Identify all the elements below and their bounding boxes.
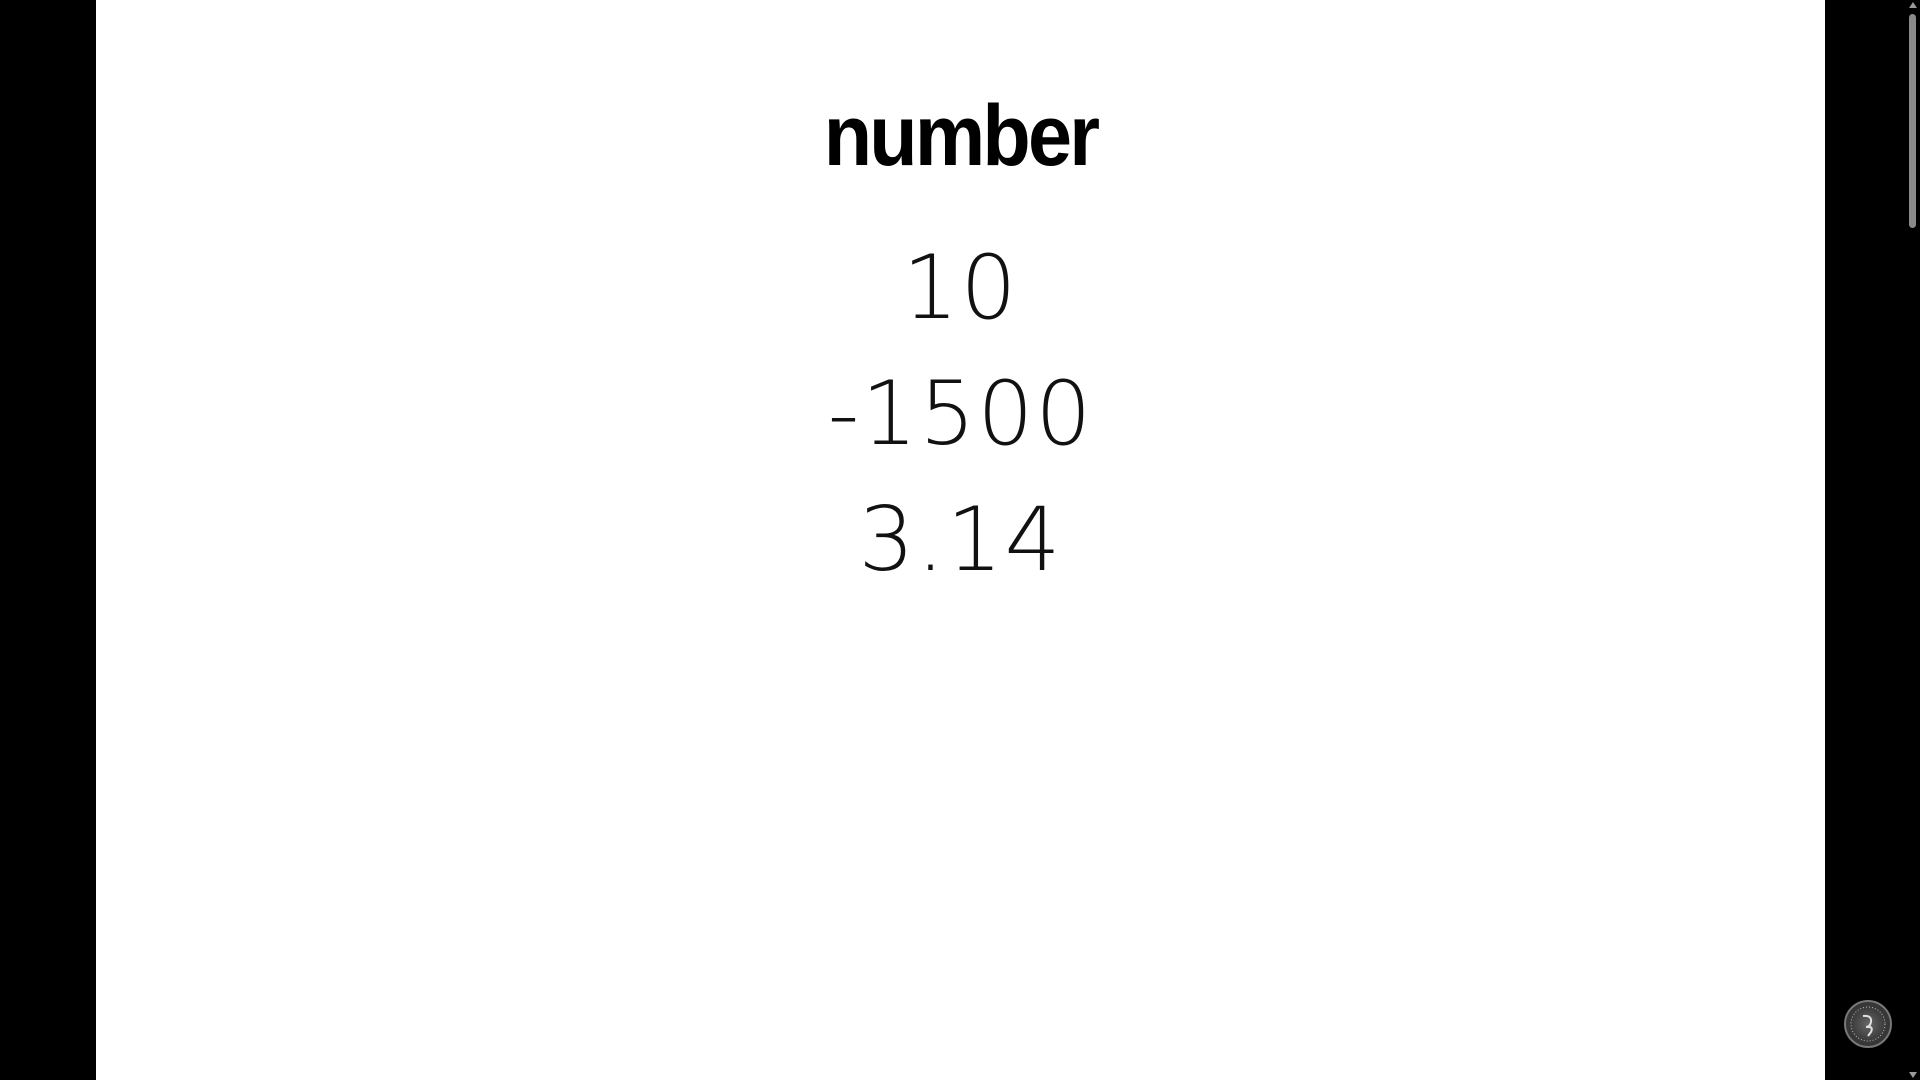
- value-list: 10 -1500 3.14: [96, 225, 1825, 603]
- value-item: 3.14: [858, 488, 1063, 591]
- presentation-stage: number 10 -1500 3.14: [0, 0, 1920, 1080]
- value-item: -1500: [827, 362, 1094, 465]
- vertical-scrollbar[interactable]: [1906, 0, 1920, 1080]
- slide-title: number: [823, 88, 1100, 184]
- scrollbar-thumb[interactable]: [1909, 14, 1916, 228]
- arrow-up-icon[interactable]: [1909, 2, 1917, 8]
- user-avatar-icon[interactable]: [1844, 1000, 1892, 1048]
- arrow-down-icon[interactable]: [1909, 1072, 1917, 1078]
- slide: number 10 -1500 3.14: [96, 0, 1825, 1080]
- value-item: 10: [902, 236, 1019, 339]
